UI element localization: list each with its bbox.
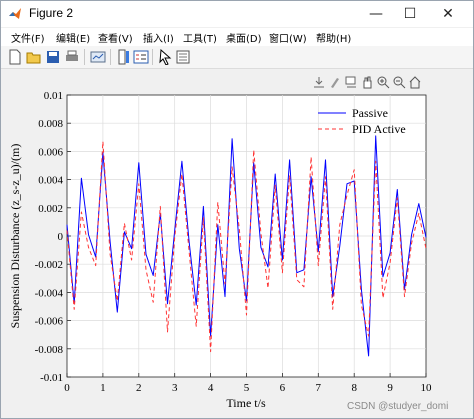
y-tick-label: -0.008 xyxy=(35,344,64,356)
figure-toolbar xyxy=(1,46,473,69)
legend-icon[interactable] xyxy=(133,49,149,65)
matlab-icon xyxy=(9,8,21,19)
close-button[interactable]: ✕ xyxy=(429,1,467,27)
toolbar-separator xyxy=(152,49,153,65)
y-tick-label: -0.006 xyxy=(35,316,64,328)
y-tick-label: 0.006 xyxy=(38,146,63,158)
menu-help[interactable]: 帮助(H) xyxy=(316,30,351,45)
property-inspector-icon[interactable] xyxy=(175,49,191,65)
x-tick-label: 7 xyxy=(316,382,322,394)
y-tick-label: -0.01 xyxy=(40,372,63,384)
watermark: CSDN @studyer_domi xyxy=(347,401,449,412)
menu-edit[interactable]: 编辑(E) xyxy=(56,30,90,45)
colorbar-icon[interactable] xyxy=(115,49,131,65)
print-icon[interactable] xyxy=(64,49,80,65)
menu-window[interactable]: 窗口(W) xyxy=(269,30,307,45)
y-tick-label: 0.002 xyxy=(38,203,63,215)
menu-tools[interactable]: 工具(T) xyxy=(183,30,217,45)
y-tick-label: 0.01 xyxy=(44,90,63,102)
pointer-icon[interactable] xyxy=(157,49,173,65)
x-axis-label: Time t/s xyxy=(226,396,266,410)
menu-bar: 文件(F) 编辑(E) 查看(V) 插入(I) 工具(T) 桌面(D) 窗口(W… xyxy=(1,28,473,46)
x-tick-label: 1 xyxy=(100,382,106,394)
open-file-icon[interactable] xyxy=(26,49,42,65)
link-plot-icon[interactable] xyxy=(90,49,106,65)
toolbar-separator xyxy=(110,49,111,65)
y-tick-label: 0 xyxy=(58,231,64,243)
x-tick-label: 6 xyxy=(280,382,286,394)
menu-insert[interactable]: 插入(I) xyxy=(143,30,174,45)
chart: 0 1 2 3 4 5 6 7 8 9 10 -0.01 -0.008 -0.006 -0.004 -0.00… xyxy=(8,90,433,410)
menu-view[interactable]: 查看(V) xyxy=(98,30,133,45)
x-tick-label: 8 xyxy=(351,382,357,394)
menu-desktop[interactable]: 桌面(D) xyxy=(226,30,262,45)
x-tick-label: 3 xyxy=(172,382,178,394)
y-tick-label: 0.004 xyxy=(38,175,63,187)
new-figure-icon[interactable] xyxy=(7,49,23,65)
x-tick-label: 4 xyxy=(208,382,214,394)
menu-file[interactable]: 文件(F) xyxy=(11,30,45,45)
figure-window: Figure 2 — ☐ ✕ 文件(F) 编辑(E) 查看(V) 插入(I) 工… xyxy=(0,0,474,419)
legend-label-passive: Passive xyxy=(352,106,388,120)
minimize-button[interactable]: — xyxy=(357,1,395,27)
x-tick-label: 9 xyxy=(387,382,393,394)
legend-label-pid-active: PID Active xyxy=(352,122,406,136)
y-tick-label: 0.008 xyxy=(38,118,63,130)
y-tick-label: -0.004 xyxy=(35,287,64,299)
window-title: Figure 2 xyxy=(29,6,74,20)
x-tick-label: 2 xyxy=(136,382,142,394)
x-tick-label: 5 xyxy=(244,382,250,394)
y-tick-label: -0.002 xyxy=(35,259,63,271)
x-tick-label: 10 xyxy=(421,382,433,394)
x-tick-label: 0 xyxy=(64,382,70,394)
y-axis-label: Suspension Disturbance (z_s-z_u)/(m) xyxy=(8,144,22,329)
title-bar[interactable]: Figure 2 — ☐ ✕ xyxy=(1,1,473,27)
maximize-button[interactable]: ☐ xyxy=(391,1,429,27)
toolbar-separator xyxy=(84,49,85,65)
save-icon[interactable] xyxy=(45,49,61,65)
